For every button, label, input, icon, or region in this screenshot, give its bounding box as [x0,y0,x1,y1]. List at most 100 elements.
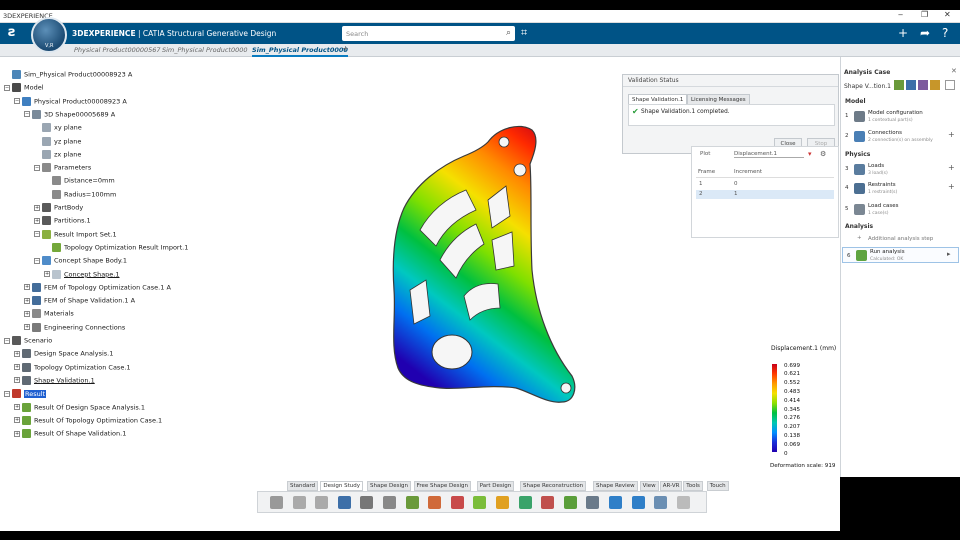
tree-node[interactable]: + Materials [24,309,74,319]
collapse-icon[interactable]: − [14,98,20,105]
collapse-icon[interactable]: − [24,111,30,118]
workbench-tab[interactable]: Touch [706,481,729,491]
expand-icon[interactable]: + [44,271,50,277]
workbench-tab[interactable]: Standard [287,481,319,491]
tab-shape-validation[interactable]: Shape Validation.1 [628,94,688,104]
analysis-step-item[interactable]: 4 Restraints 1 restraint(s) + [841,181,959,197]
tree-node[interactable]: + Partitions.1 [34,216,91,226]
case-icon-1[interactable] [894,80,904,90]
tree-node[interactable]: + Engineering Connections [24,322,125,332]
panel-close-icon[interactable]: ✕ [951,67,957,75]
minimize-icon[interactable]: ‒ [898,10,903,19]
case-menu-icon[interactable] [945,80,955,90]
assembly-icon[interactable] [654,496,668,509]
expand-icon[interactable]: + [24,297,30,304]
expand-icon[interactable]: + [14,404,20,410]
collapse-icon[interactable]: − [34,257,40,264]
sketch-icon[interactable] [563,496,577,509]
add-step-icon[interactable]: + [948,163,955,172]
tree-node[interactable]: Sim_Physical Product00008923 A [4,70,132,79]
tree-node[interactable]: − Model [4,83,44,93]
tag-icon[interactable]: ⌗ [521,26,527,40]
workbench-tab[interactable]: Shape Review [593,481,638,491]
expand-icon[interactable]: + [14,377,20,384]
tree-node[interactable]: + Concept Shape.1 [44,269,120,279]
workbench-tab[interactable]: Free Shape Design [413,481,471,491]
frame-icon[interactable] [450,496,464,509]
tree-node[interactable]: − Parameters [34,163,91,173]
analysis-step-item[interactable]: 2 Connections 2 connection(s) on assembly + [841,129,959,145]
plot-options-icon[interactable]: ▾ [808,150,812,158]
restore-icon[interactable]: ❐ [921,10,928,19]
tool-icon[interactable] [360,496,374,509]
table-row[interactable]: 2 1 [696,190,834,199]
tree-node[interactable]: + Result Of Topology Optimization Case.1 [14,415,162,425]
tree-node[interactable]: + Design Space Analysis.1 [14,349,113,359]
tree-node[interactable]: Distance=0mm [44,176,115,186]
material-icon[interactable] [428,496,442,509]
workbench-tab[interactable]: AR-VR [659,481,683,491]
plot-select[interactable]: Displacement.1 [734,151,804,158]
expand-icon[interactable]: + [14,350,20,357]
analysis-step-item[interactable]: 5 Load cases 1 case(s) [841,202,959,218]
tree-node[interactable]: − Result [4,389,47,399]
tree-node[interactable]: − Result Import Set.1 [34,229,117,239]
undo-icon[interactable] [337,496,351,509]
search-input[interactable]: Search ⌕ [342,26,515,41]
tree-node[interactable]: − 3D Shape00005689 A [24,109,115,119]
tree-node[interactable]: yz plane [34,136,81,146]
compass-icon[interactable]: V,R [31,17,67,53]
fillet-icon[interactable] [496,496,509,509]
plot-settings-icon[interactable]: ⚙ [820,150,826,158]
sphere-icon[interactable] [676,496,690,509]
collapse-icon[interactable]: − [4,390,10,397]
table-row[interactable]: 1 0 [696,180,834,189]
expand-icon[interactable]: + [24,284,30,291]
mesh-icon[interactable] [383,496,396,509]
run-status-icon[interactable]: ▸ [947,250,951,258]
tree-node[interactable]: + PartBody [34,203,83,212]
close-icon[interactable]: ✕ [944,10,951,19]
expand-icon[interactable]: + [34,217,40,224]
tree-node[interactable]: − Physical Product00008923 A [14,96,127,106]
help-icon[interactable]: ? [942,26,948,40]
tree-node[interactable]: + FEM of Shape Validation.1 A [24,296,135,306]
analysis-step-item[interactable]: 1 Model configuration 1 contextual part(s) [841,109,959,125]
collapse-icon[interactable]: − [34,231,40,238]
workbench-tab[interactable]: Design Study [320,481,364,491]
workbench-tab[interactable]: Shape Reconstruction [520,481,587,491]
workbench-tab[interactable]: Tools [683,481,703,491]
expand-icon[interactable]: + [34,204,40,211]
tree-node[interactable]: + Shape Validation.1 [14,375,95,385]
add-step-icon[interactable]: + [948,130,955,139]
tree-node[interactable]: Radius=100mm [44,189,116,199]
displacement-legend[interactable]: Displacement.1 (mm) 0.699 0.621 0.552 0.483… [768,344,840,474]
run-analysis-item[interactable]: 6 Run analysis Calculated: OK ▸ [842,247,959,263]
case-icon-4[interactable] [930,80,940,90]
3ds-logo-icon[interactable]: ƨ [8,25,16,40]
cut-icon[interactable] [270,496,283,509]
expand-icon[interactable]: + [14,417,20,424]
expand-icon[interactable]: + [14,364,20,371]
tree-node[interactable]: − Scenario [4,336,52,345]
add-step-icon[interactable]: + [948,182,955,191]
tree-node[interactable]: + FEM of Topology Optimization Case.1 A [24,282,171,292]
tree-node[interactable]: zx plane [34,149,81,159]
analysis-step-item[interactable]: 3 Loads 3 load(s) + [841,162,959,178]
tree-node[interactable]: + Result Of Shape Validation.1 [14,429,126,439]
tree-node[interactable]: + Result Of Design Space Analysis.1 [14,402,145,412]
tab-physical-product[interactable]: Physical Product00000567 [74,46,161,54]
additional-step-link[interactable]: Additional analysis step [868,236,933,242]
tree-node[interactable]: + Topology Optimization Case.1 [14,362,131,372]
tree-node[interactable]: xy plane [34,123,82,133]
collapse-icon[interactable]: − [34,164,40,171]
add-step-icon[interactable]: + [857,235,862,241]
workbench-tab[interactable]: Part Design [476,481,515,491]
collapse-icon[interactable]: − [4,337,10,344]
case-icon-2[interactable] [906,80,916,90]
tab-sim-physical-product-1[interactable]: Sim_Physical Product0000 [162,46,248,54]
workbench-tab[interactable]: View [639,481,659,491]
expand-icon[interactable]: + [14,430,20,437]
expand-icon[interactable]: + [24,310,30,317]
measure-icon[interactable] [586,496,600,509]
